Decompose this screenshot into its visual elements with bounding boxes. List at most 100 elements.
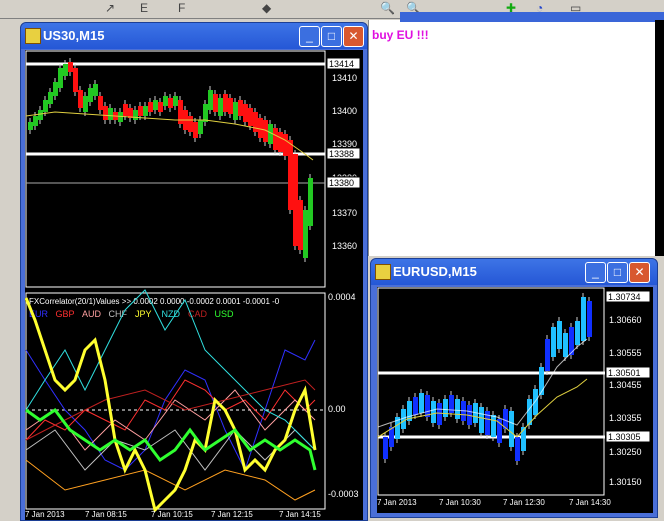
time-axis-label: 7 Jan 10:30 bbox=[439, 498, 481, 507]
candle bbox=[413, 397, 418, 415]
price-tag: 1.30305 bbox=[608, 432, 641, 442]
time-axis-label: 7 Jan 12:30 bbox=[503, 498, 545, 507]
candle bbox=[303, 210, 308, 258]
us30-window[interactable]: US30,M15 _ □ ✕ 1341013400133901338013370… bbox=[20, 22, 368, 521]
candle bbox=[437, 403, 442, 425]
indicator-axis-label: -0.0003 bbox=[328, 489, 359, 499]
candle bbox=[431, 401, 436, 423]
candle bbox=[88, 88, 93, 102]
currency-legend-aud: AUD bbox=[82, 309, 102, 319]
currency-legend-gbp: GBP bbox=[56, 309, 75, 319]
price-axis-label: 13360 bbox=[332, 241, 357, 251]
candle bbox=[163, 96, 168, 106]
us30-chart-area[interactable]: 1341013400133901338013370133601341413388… bbox=[25, 50, 363, 520]
eurusd-titlebar[interactable]: EURUSD,M15 _ □ ✕ bbox=[371, 259, 657, 285]
zoom-in-icon[interactable]: 🔍 bbox=[380, 1, 395, 15]
candle bbox=[123, 104, 128, 116]
candle bbox=[587, 301, 592, 337]
candle bbox=[308, 178, 313, 226]
price-panel-frame bbox=[377, 287, 605, 496]
candle bbox=[293, 154, 298, 246]
price-axis-label: 1.30355 bbox=[609, 413, 642, 423]
candle bbox=[223, 94, 228, 112]
eurusd-window[interactable]: EURUSD,M15 _ □ ✕ 1.30660 1.30555 1.30455 1.… bbox=[370, 258, 658, 518]
arrow-icon[interactable]: ↗ bbox=[105, 1, 115, 15]
price-axis-label: 1.30455 bbox=[609, 380, 642, 390]
maximize-button[interactable]: □ bbox=[321, 26, 342, 47]
price-tag: 13380 bbox=[329, 178, 354, 188]
currency-line bbox=[25, 429, 316, 471]
period-f-icon[interactable]: F bbox=[178, 1, 185, 15]
time-axis-label: 7 Jan 12:15 bbox=[211, 510, 253, 519]
time-axis-label: 7 Jan 14:30 bbox=[569, 498, 611, 507]
candle bbox=[103, 106, 108, 120]
eurusd-chart-svg: 1.30660 1.30555 1.30455 1.30355 1.30250 1.301… bbox=[377, 287, 651, 507]
candle bbox=[539, 367, 544, 395]
candle bbox=[83, 96, 88, 112]
candle bbox=[108, 108, 113, 120]
minimize-button[interactable]: _ bbox=[299, 26, 320, 47]
close-button[interactable]: ✕ bbox=[629, 262, 650, 283]
period-icon[interactable]: E bbox=[140, 1, 148, 15]
candle bbox=[43, 100, 48, 112]
time-axis-label: 7 Jan 08:15 bbox=[85, 510, 127, 519]
candle bbox=[28, 122, 33, 130]
candle bbox=[198, 120, 203, 134]
dropdown-icon[interactable]: ◆ bbox=[262, 1, 271, 15]
candle bbox=[419, 393, 424, 413]
price-axis-label: 13370 bbox=[332, 208, 357, 218]
candle bbox=[283, 134, 288, 156]
candle bbox=[33, 116, 38, 126]
candle bbox=[258, 118, 263, 138]
candle bbox=[138, 106, 143, 116]
maximize-button[interactable]: □ bbox=[607, 262, 628, 283]
candle bbox=[243, 104, 248, 122]
candle bbox=[233, 102, 238, 120]
candle bbox=[73, 68, 78, 92]
candle bbox=[533, 389, 538, 415]
chart-window-icon bbox=[375, 264, 391, 280]
indicator-panel-frame bbox=[25, 292, 326, 510]
candle bbox=[521, 427, 526, 451]
candle bbox=[228, 98, 233, 114]
candle bbox=[575, 321, 580, 345]
price-axis-label: 1.30150 bbox=[609, 477, 642, 487]
candle bbox=[515, 437, 520, 461]
candle bbox=[188, 116, 193, 132]
eurusd-chart-area[interactable]: 1.30660 1.30555 1.30455 1.30355 1.30250 1.301… bbox=[377, 287, 653, 513]
eurusd-title: EURUSD,M15 bbox=[393, 264, 477, 279]
candle bbox=[491, 415, 496, 437]
candle bbox=[203, 104, 208, 122]
candle bbox=[455, 399, 460, 419]
time-axis-label: 7 Jan 14:15 bbox=[279, 510, 321, 519]
indicator-header: FXCorrelator(20/1)Values >> 0.0002 0.000… bbox=[29, 297, 280, 306]
price-axis-label: 1.30250 bbox=[609, 447, 642, 457]
candle bbox=[443, 399, 448, 417]
close-button[interactable]: ✕ bbox=[343, 26, 364, 47]
candle bbox=[581, 297, 586, 341]
us30-title: US30,M15 bbox=[43, 28, 105, 43]
currency-legend-usd: USD bbox=[215, 309, 235, 319]
usd-line bbox=[25, 407, 317, 471]
minimize-button[interactable]: _ bbox=[585, 262, 606, 283]
candle bbox=[383, 437, 388, 459]
candle bbox=[213, 94, 218, 112]
us30-titlebar[interactable]: US30,M15 _ □ ✕ bbox=[21, 23, 367, 49]
chart-window-icon bbox=[25, 28, 41, 44]
candle bbox=[53, 82, 58, 96]
candle bbox=[193, 122, 198, 138]
candle bbox=[425, 395, 430, 417]
candle bbox=[563, 333, 568, 357]
candle bbox=[253, 112, 258, 132]
candle bbox=[68, 62, 73, 72]
price-axis-label: 13410 bbox=[332, 73, 357, 83]
price-tag: 1.30734 bbox=[608, 292, 641, 302]
time-axis-label: 7 Jan 2013 bbox=[25, 510, 65, 519]
candle bbox=[248, 108, 253, 126]
candle bbox=[133, 110, 138, 120]
price-tag: 1.30501 bbox=[608, 368, 641, 378]
candle bbox=[118, 112, 123, 122]
chart-comment: buy EU !!! bbox=[372, 28, 429, 42]
candle bbox=[278, 132, 283, 152]
candle bbox=[153, 100, 158, 110]
